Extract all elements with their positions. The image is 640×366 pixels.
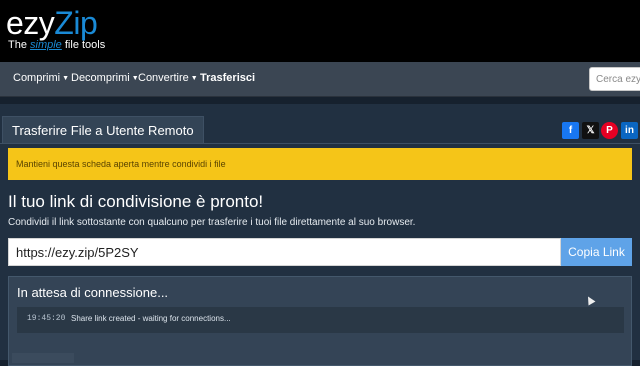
linkedin-icon: in [625,125,634,136]
x-icon: 𝕏 [586,125,595,136]
nav-item-decomprimi[interactable]: Decomprimi ▼ [71,72,139,84]
copy-link-button[interactable]: Copia Link [561,238,632,266]
ezyzip-logo[interactable]: ezyZip [6,3,98,43]
tab-divider [0,143,640,144]
facebook-share-button[interactable]: f [562,122,579,139]
tab-transfer[interactable]: Trasferire File a Utente Remoto [2,116,204,144]
pinterest-share-button[interactable]: P [601,122,618,139]
partial-bottom-button[interactable] [12,353,74,363]
caret-down-icon: ▼ [190,75,198,82]
nav-item-convertire[interactable]: Convertire ▼ [138,72,198,84]
header-bar: ezyZip The simple file tools [0,0,640,62]
logo-tagline: The simple file tools [8,39,106,51]
nav-item-trasferisci[interactable]: Trasferisci [200,72,255,84]
pinterest-icon: P [606,125,613,136]
main-navbar: Comprimi ▼ Decomprimi ▼ Convertire ▼ Trasfe… [0,62,640,97]
share-description: Condividi il link sottostante con qualcu… [8,217,416,228]
connection-status-box: In attesa di connessione... 19:45:20 Sha… [8,276,632,366]
share-link-field[interactable]: https://ezy.zip/5P2SY [8,238,561,266]
x-share-button[interactable]: 𝕏 [582,122,599,139]
search-input[interactable] [596,69,640,89]
caret-down-icon: ▼ [62,75,69,82]
keep-tab-open-alert: Mantieni questa scheda aperta mentre con… [8,148,632,180]
search-box [589,67,640,91]
log-message: Share link created - waiting for connect… [71,314,231,323]
facebook-icon: f [568,125,573,136]
connection-status-title: In attesa di connessione... [17,285,169,300]
transfer-panel: Trasferire File a Utente Remoto f 𝕏 P in… [0,104,640,366]
page-title: Il tuo link di condivisione è pronto! [8,192,264,211]
log-timestamp: 19:45:20 [27,314,66,323]
nav-item-comprimi[interactable]: Comprimi ▼ [13,72,69,84]
linkedin-share-button[interactable]: in [621,122,638,139]
log-entry: 19:45:20 Share link created - waiting fo… [17,307,624,333]
